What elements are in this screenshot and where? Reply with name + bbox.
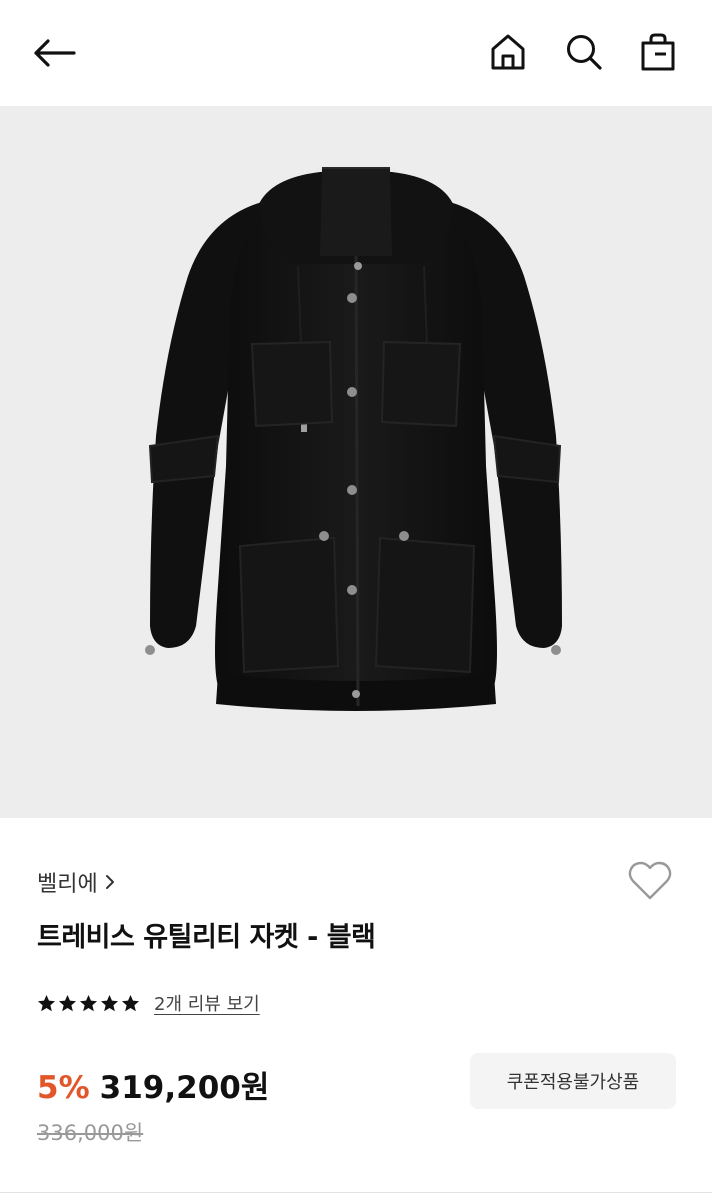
search-button[interactable] bbox=[560, 28, 608, 76]
rating-stars bbox=[37, 994, 140, 1013]
heart-icon bbox=[628, 861, 672, 900]
divider bbox=[0, 1192, 712, 1193]
back-button[interactable] bbox=[24, 28, 84, 78]
star-icon bbox=[58, 994, 77, 1011]
search-icon bbox=[567, 35, 602, 70]
brand-link[interactable]: 벨리에 bbox=[37, 866, 116, 898]
jacket-photo bbox=[145, 167, 562, 711]
top-bar bbox=[0, 0, 712, 106]
brand-name: 벨리에 bbox=[37, 872, 98, 897]
coupon-badge: 쿠폰적용불가상품 bbox=[470, 1053, 676, 1109]
sale-price: 319,200원 bbox=[99, 1070, 270, 1106]
home-button[interactable] bbox=[484, 28, 532, 76]
shopping-bag-icon bbox=[641, 33, 675, 71]
product-image[interactable] bbox=[0, 106, 712, 818]
wishlist-button[interactable] bbox=[624, 856, 676, 904]
original-price: 336,000원 bbox=[37, 1121, 144, 1145]
product-title: 트레비스 유틸리티 자켓 - 블랙 bbox=[37, 922, 376, 953]
discount-rate: 5% bbox=[37, 1070, 90, 1106]
price-row: 5% 319,200원 bbox=[37, 1062, 269, 1107]
star-icon bbox=[100, 994, 119, 1011]
product-info: 벨리에 트레비스 유틸리티 자켓 - 블랙 2개 리뷰 보기 5% 319,20… bbox=[0, 818, 712, 1200]
star-icon bbox=[121, 994, 140, 1011]
arrow-left-icon bbox=[34, 39, 76, 67]
star-icon bbox=[79, 994, 98, 1011]
rating-row: 2개 리뷰 보기 bbox=[37, 990, 260, 1016]
chevron-right-icon bbox=[105, 875, 114, 889]
home-icon bbox=[491, 34, 525, 70]
cart-button[interactable] bbox=[634, 28, 682, 76]
review-link[interactable]: 2개 리뷰 보기 bbox=[154, 990, 260, 1016]
star-icon bbox=[37, 994, 56, 1011]
